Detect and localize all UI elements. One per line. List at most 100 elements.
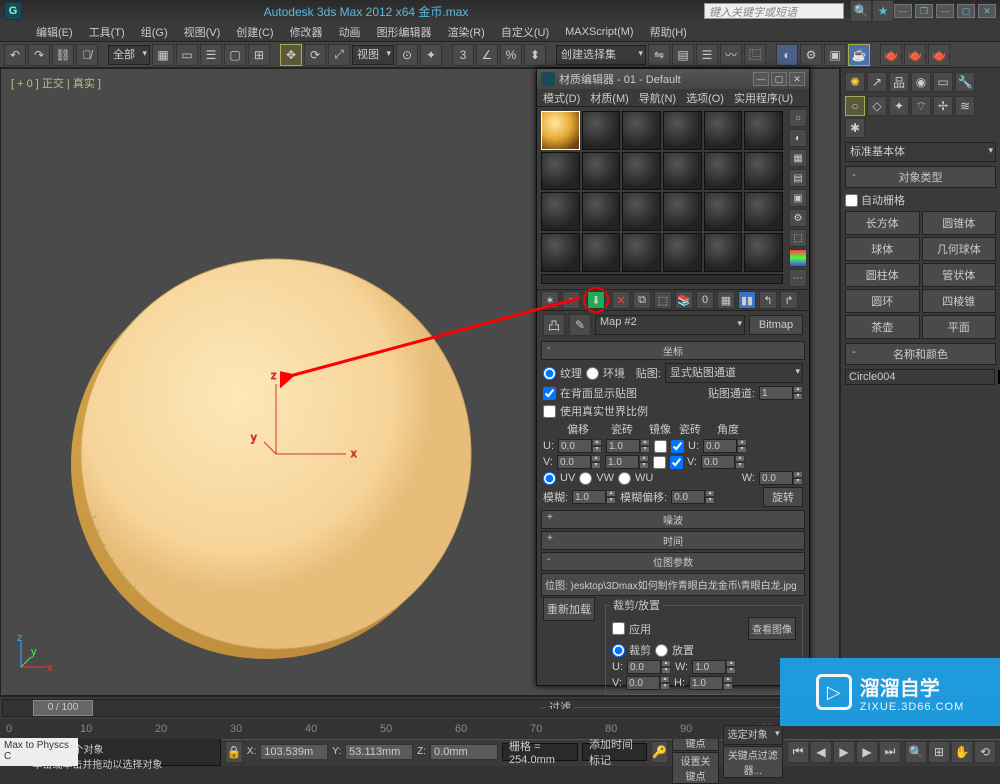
teapot2-icon[interactable]: 🫖 — [904, 44, 926, 66]
material-slot[interactable] — [744, 111, 783, 150]
w-angle[interactable] — [759, 471, 793, 485]
background-icon[interactable]: ▦ — [789, 149, 807, 167]
menu-help[interactable]: 帮助(H) — [650, 24, 687, 40]
cat-space[interactable]: ≋ — [955, 96, 975, 116]
teapot3-icon[interactable]: 🫖 — [928, 44, 950, 66]
cat-geometry[interactable]: ○ — [845, 96, 865, 116]
material-slot[interactable] — [704, 233, 743, 272]
refcoord-dropdown[interactable]: 视图 — [352, 45, 394, 65]
material-slot[interactable] — [541, 152, 580, 191]
min2-button[interactable]: — — [936, 4, 954, 18]
material-slot[interactable] — [582, 233, 621, 272]
rollout-name-color[interactable]: 名称和颜色 — [845, 343, 996, 365]
tab-utilities[interactable]: 🔧 — [955, 72, 975, 92]
manip-icon[interactable]: ✦ — [420, 44, 442, 66]
autogrid-checkbox[interactable] — [845, 194, 858, 207]
btn-teapot[interactable]: 茶壶 — [845, 315, 920, 339]
u-mirror[interactable] — [654, 440, 667, 453]
material-slot[interactable] — [663, 192, 702, 231]
matmenu-nav[interactable]: 导航(N) — [639, 90, 676, 106]
btn-tube[interactable]: 管状体 — [922, 263, 997, 287]
mirror-icon[interactable]: ⇋ — [648, 44, 670, 66]
video-icon[interactable]: ▣ — [789, 189, 807, 207]
options-icon[interactable]: ⚙ — [789, 209, 807, 227]
make-preview-icon[interactable]: ⋯ — [789, 269, 807, 287]
curve-icon[interactable]: 〰 — [720, 44, 742, 66]
material-slot[interactable] — [744, 192, 783, 231]
wu-radio[interactable] — [618, 472, 631, 485]
matid-icon[interactable]: 0 — [696, 291, 714, 309]
matedit-close[interactable]: ✕ — [789, 72, 805, 86]
reload-button[interactable]: 重新加载 — [543, 597, 595, 621]
cat-shapes[interactable]: ◇ — [867, 96, 887, 116]
matedit-max[interactable]: ▢ — [771, 72, 787, 86]
material-slot[interactable] — [622, 233, 661, 272]
sample-hscroll[interactable] — [541, 274, 783, 284]
matedit-icon[interactable]: ◐ — [776, 44, 798, 66]
nav-back-icon[interactable]: 凸 — [543, 314, 565, 336]
restore-button[interactable]: ❐ — [915, 4, 933, 18]
material-slot[interactable] — [622, 192, 661, 231]
rollout-coordinates[interactable]: 坐标 — [541, 341, 805, 360]
menu-tools[interactable]: 工具(T) — [89, 24, 125, 40]
show-map-icon[interactable]: ▦ — [717, 291, 735, 309]
layers-icon[interactable]: ☰ — [696, 44, 718, 66]
material-slot[interactable] — [582, 111, 621, 150]
menu-animation[interactable]: 动画 — [339, 24, 361, 40]
nav-zoom-icon[interactable]: 🔍 — [905, 741, 927, 763]
cat-lights[interactable]: ✦ — [889, 96, 909, 116]
selname-icon[interactable]: ☰ — [200, 44, 222, 66]
material-slot[interactable] — [622, 111, 661, 150]
anglesnap-icon[interactable]: ∠ — [476, 44, 498, 66]
teapot1-icon[interactable]: 🫖 — [880, 44, 902, 66]
selection-set-dropdown[interactable]: 创建选择集 — [556, 45, 646, 65]
matmenu-material[interactable]: 材质(M) — [590, 90, 629, 106]
menu-customize[interactable]: 自定义(U) — [501, 24, 549, 40]
object-name-input[interactable] — [845, 369, 995, 385]
material-slot[interactable] — [541, 192, 580, 231]
realworld-checkbox[interactable] — [543, 405, 556, 418]
blur-spinner[interactable] — [572, 490, 606, 504]
unlink-icon[interactable]: ⛓̸ — [76, 44, 98, 66]
help-icon[interactable]: 🔍 — [850, 0, 872, 22]
cat-helpers[interactable]: ✢ — [933, 96, 953, 116]
btn-sphere[interactable]: 球体 — [845, 237, 920, 261]
put-to-lib-icon[interactable]: 📚 — [675, 291, 693, 309]
help-search[interactable]: 键入关键字或短语 — [704, 3, 844, 19]
tab-create[interactable]: ✺ — [845, 72, 865, 92]
rollout-bitmap-params[interactable]: 位图参数 — [541, 552, 805, 571]
put-to-scene-icon[interactable]: ▫ — [562, 291, 580, 309]
apply-checkbox[interactable] — [612, 622, 625, 635]
time-slider-thumb[interactable]: 0 / 100 — [33, 700, 93, 716]
selfilter-icon[interactable]: ▦ — [152, 44, 174, 66]
keyfilter-button[interactable]: 关键点过滤器... — [723, 746, 783, 778]
max2-button[interactable]: ▢ — [957, 4, 975, 18]
select-by-mat-icon[interactable]: ⬚ — [789, 229, 807, 247]
cat-cameras[interactable]: ⌔ — [911, 96, 931, 116]
renderframe-icon[interactable]: ▣ — [824, 44, 846, 66]
v-tile[interactable] — [605, 455, 639, 469]
tab-modify[interactable]: ↗ — [867, 72, 887, 92]
material-slot[interactable] — [582, 192, 621, 231]
primitive-category-dropdown[interactable]: 标准基本体 — [845, 142, 996, 162]
environ-radio[interactable] — [586, 367, 599, 380]
material-slot[interactable] — [622, 152, 661, 191]
gradient-icon[interactable] — [789, 249, 807, 267]
material-slot[interactable] — [541, 233, 580, 272]
snap-icon[interactable]: 3 — [452, 44, 474, 66]
setkey-button[interactable]: 设置关键点 — [672, 752, 718, 784]
rendersetup-icon[interactable]: ⚙ — [800, 44, 822, 66]
vw-radio[interactable] — [579, 472, 592, 485]
link-icon[interactable]: ⛓ — [52, 44, 74, 66]
v-mirror[interactable] — [653, 456, 666, 469]
matedit-min[interactable]: — — [753, 72, 769, 86]
backlight-icon[interactable]: ◐ — [789, 129, 807, 147]
close-button[interactable]: ✕ — [978, 4, 996, 18]
coord-x[interactable] — [260, 744, 328, 760]
addtag-label[interactable]: 添加时间标记 — [589, 736, 640, 768]
rollout-time[interactable]: 时间 — [541, 531, 805, 550]
showback-checkbox[interactable] — [543, 387, 556, 400]
crop-w[interactable] — [692, 660, 726, 674]
star-icon[interactable]: ★ — [872, 0, 894, 22]
menu-view[interactable]: 视图(V) — [184, 24, 221, 40]
